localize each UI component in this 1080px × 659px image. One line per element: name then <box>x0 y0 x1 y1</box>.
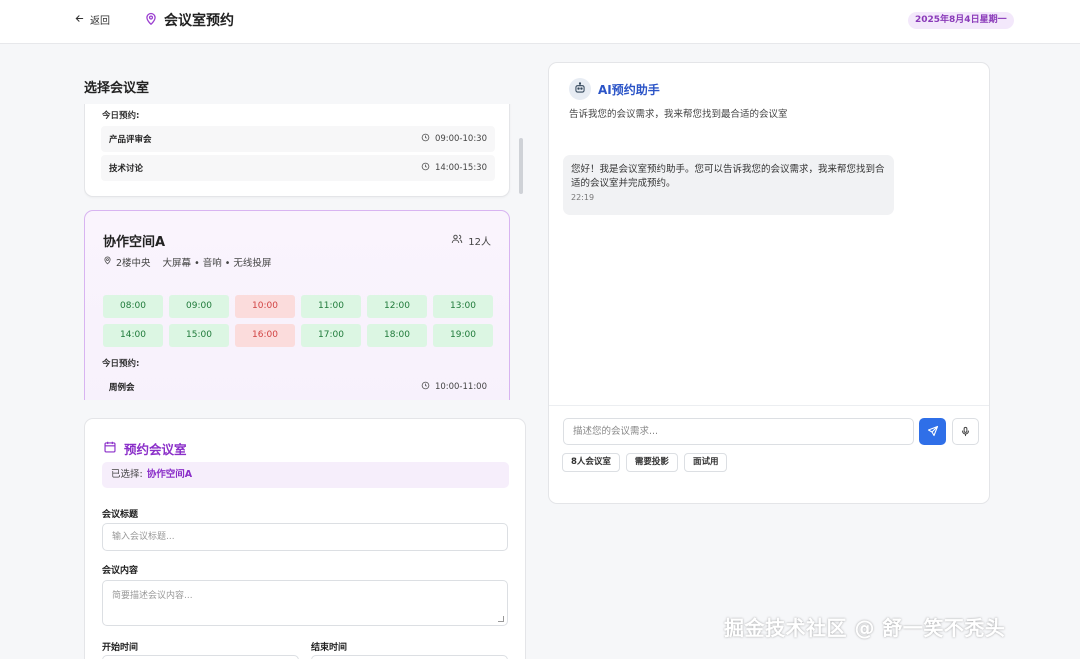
clock-icon <box>421 381 430 393</box>
assistant-subtitle: 告诉我您的会议需求，我来帮您找到最合适的会议室 <box>569 109 788 120</box>
clock-icon <box>421 133 430 145</box>
room-name: 协作空间A <box>103 235 166 250</box>
time-slot[interactable]: 13:00 <box>433 295 493 318</box>
time-slot-grid: 08:00 09:00 10:00 11:00 12:00 13:00 14:0… <box>103 295 494 347</box>
selected-room-name: 协作空间A <box>146 469 193 480</box>
send-button[interactable] <box>919 418 946 445</box>
selected-prefix: 已选择: <box>111 469 143 480</box>
page-title-text: 会议室预约 <box>164 13 234 29</box>
room-capacity-text: 12人 <box>468 237 491 248</box>
booking-time-text: 09:00-10:30 <box>434 134 487 144</box>
back-label: 返回 <box>90 16 110 27</box>
assistant-title: AI预约助手 <box>598 83 660 97</box>
start-time-input[interactable] <box>102 655 299 659</box>
back-button[interactable]: 返回 <box>74 12 110 27</box>
clock-icon <box>421 162 430 174</box>
voice-button[interactable] <box>952 418 979 445</box>
section-title: 选择会议室 <box>84 81 150 96</box>
robot-icon <box>573 80 587 99</box>
room-location: 2楼中央 大屏幕 • 音响 • 无线投屏 <box>103 255 271 269</box>
room-features: 大屏幕 • 音响 • 无线投屏 <box>162 258 272 269</box>
ai-assistant-panel: AI预约助手 告诉我您的会议需求，我来帮您找到最合适的会议室 您好！我是会议室预… <box>548 62 990 504</box>
map-pin-icon <box>144 11 158 30</box>
time-slot[interactable]: 12:00 <box>367 295 427 318</box>
room-location-text: 2楼中央 <box>116 258 151 269</box>
room-list[interactable]: 今日预约: 产品评审会 09:00-10:30 技术讨论 14:00-15:30… <box>84 104 512 400</box>
time-slot[interactable]: 16:00 <box>235 324 295 347</box>
time-slot[interactable]: 15:00 <box>169 324 229 347</box>
content-placeholder: 简要描述会议内容... <box>112 591 193 601</box>
booking-row: 技术讨论 14:00-15:30 <box>101 155 495 181</box>
page-title: 会议室预约 <box>144 10 234 30</box>
suggestion-chips: 8人会议室 需要投影 面试用 <box>562 453 728 472</box>
send-icon <box>927 422 939 441</box>
booking-row: 周例会 10:00-11:00 <box>101 374 495 400</box>
top-bar: 返回 会议室预约 2025年8月4日星期一 <box>0 0 1080 44</box>
time-slot[interactable]: 19:00 <box>433 324 493 347</box>
booking-name: 周例会 <box>109 383 135 393</box>
room-card-selected[interactable]: 协作空间A 12人 2楼中央 大屏幕 • 音响 • 无线投屏 08:00 09:… <box>84 210 510 400</box>
content-textarea[interactable]: 简要描述会议内容... <box>102 580 508 626</box>
subject-label: 会议标题 <box>102 510 139 520</box>
room-card[interactable]: 今日预约: 产品评审会 09:00-10:30 技术讨论 14:00-15:30 <box>84 104 510 197</box>
suggestion-chip[interactable]: 面试用 <box>683 453 728 472</box>
time-slot[interactable]: 09:00 <box>169 295 229 318</box>
time-slot[interactable]: 11:00 <box>301 295 361 318</box>
time-slot[interactable]: 08:00 <box>103 295 163 318</box>
booking-time-text: 14:00-15:30 <box>434 163 487 173</box>
room-capacity: 12人 <box>451 233 491 248</box>
chat-message: 您好！我是会议室预约助手。您可以告诉我您的会议需求，我来帮您找到合适的会议室并完… <box>563 155 894 215</box>
suggestion-chip[interactable]: 8人会议室 <box>562 453 620 472</box>
today-bookings-label: 今日预约: <box>102 111 140 121</box>
avatar <box>569 78 591 100</box>
resize-handle[interactable] <box>498 616 504 622</box>
booking-name: 产品评审会 <box>109 135 152 145</box>
message-text: 您好！我是会议室预约助手。您可以告诉我您的会议需求，我来帮您找到合适的会议室并完… <box>571 164 885 189</box>
time-slot[interactable]: 10:00 <box>235 295 295 318</box>
users-icon <box>451 233 463 248</box>
form-header: 预约会议室 <box>103 439 187 458</box>
map-pin-icon <box>103 256 112 268</box>
watermark: 掘金技术社区 @ 舒一笑不秃头 <box>724 616 1006 640</box>
booking-row: 产品评审会 09:00-10:30 <box>101 126 495 152</box>
form-title: 预约会议室 <box>124 442 187 457</box>
time-slot[interactable]: 17:00 <box>301 324 361 347</box>
divider <box>549 405 989 406</box>
chat-input[interactable]: 描述您的会议需求... <box>563 418 914 445</box>
suggestion-chip[interactable]: 需要投影 <box>625 453 678 472</box>
calendar-icon <box>103 440 117 457</box>
booking-time: 10:00-11:00 <box>421 381 487 393</box>
date-badge: 2025年8月4日星期一 <box>908 12 1014 29</box>
booking-time: 14:00-15:30 <box>421 162 487 174</box>
selected-room-box: 已选择: 协作空间A <box>102 462 509 488</box>
subject-input[interactable]: 输入会议标题... <box>102 523 508 551</box>
booking-time-text: 10:00-11:00 <box>434 382 487 392</box>
end-time-input[interactable] <box>311 655 508 659</box>
scrollbar-thumb[interactable] <box>519 138 523 194</box>
arrow-left-icon <box>74 13 85 27</box>
start-time-label: 开始时间 <box>102 643 139 653</box>
message-time: 22:19 <box>571 193 595 202</box>
booking-form: 预约会议室 已选择: 协作空间A 会议标题 输入会议标题... 会议内容 简要描述… <box>84 418 526 659</box>
time-slot[interactable]: 14:00 <box>103 324 163 347</box>
booking-time: 09:00-10:30 <box>421 133 487 145</box>
time-slot[interactable]: 18:00 <box>367 324 427 347</box>
today-bookings-label: 今日预约: <box>102 359 140 369</box>
end-time-label: 结束时间 <box>311 643 348 653</box>
booking-name: 技术讨论 <box>109 164 144 174</box>
mic-icon <box>960 422 971 441</box>
content-label: 会议内容 <box>102 566 139 576</box>
